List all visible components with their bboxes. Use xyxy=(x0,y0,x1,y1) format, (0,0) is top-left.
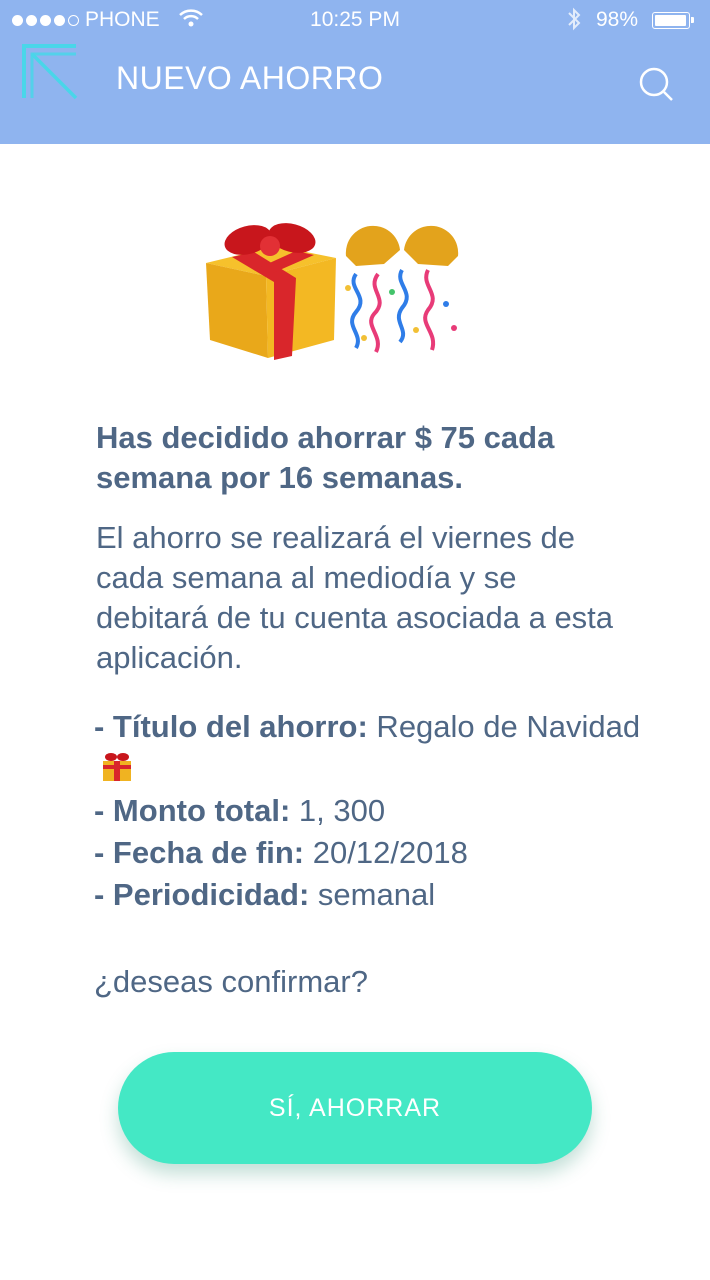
detail-end-date-label: - Fecha de fin: xyxy=(94,835,305,870)
bluetooth-icon xyxy=(566,6,582,38)
savings-summary: Has decidido ahorrar $ 75 cada semana po… xyxy=(96,418,636,678)
summary-description: El ahorro se realizará el viernes de cad… xyxy=(96,520,614,675)
gift-icon xyxy=(206,223,336,360)
battery-icon xyxy=(652,12,694,29)
savings-details: - Título del ahorro: Regalo de Navidad -… xyxy=(94,706,654,916)
summary-headline: Has decidido ahorrar $ 75 cada semana po… xyxy=(96,420,555,495)
page-title: NUEVO AHORRO xyxy=(116,60,384,96)
detail-title-label: - Título del ahorro: xyxy=(94,709,368,744)
status-bar: PHONE 10:25 PM 98% xyxy=(0,0,710,40)
back-arrow-icon[interactable] xyxy=(18,40,84,106)
gift-icon xyxy=(100,749,134,783)
confirm-save-button-label: SÍ, AHORRAR xyxy=(268,1093,442,1122)
detail-period-label: - Periodicidad: xyxy=(94,877,310,912)
detail-end-date-value: 20/12/2018 xyxy=(304,835,468,870)
celebration-illustration xyxy=(196,218,486,368)
confirm-question: ¿deseas confirmar? xyxy=(94,964,368,999)
party-popper-icon xyxy=(345,225,459,353)
detail-period-row: - Periodicidad: semanal xyxy=(94,874,654,916)
battery-percentage: 98% xyxy=(596,8,639,31)
confirm-save-button[interactable]: SÍ, AHORRAR xyxy=(118,1052,592,1164)
detail-period-value: semanal xyxy=(309,877,436,912)
detail-amount-row: - Monto total: 1, 300 xyxy=(94,790,654,832)
detail-amount-label: - Monto total: xyxy=(94,793,291,828)
search-icon[interactable] xyxy=(636,64,676,104)
detail-end-date-row: - Fecha de fin: 20/12/2018 xyxy=(94,832,654,874)
detail-title-row: - Título del ahorro: Regalo de Navidad xyxy=(94,706,654,790)
detail-amount-value: 1, 300 xyxy=(290,793,386,828)
detail-title-value: Regalo de Navidad xyxy=(367,709,641,744)
app-header: PHONE 10:25 PM 98% NUEVO AHORRO xyxy=(0,0,710,144)
